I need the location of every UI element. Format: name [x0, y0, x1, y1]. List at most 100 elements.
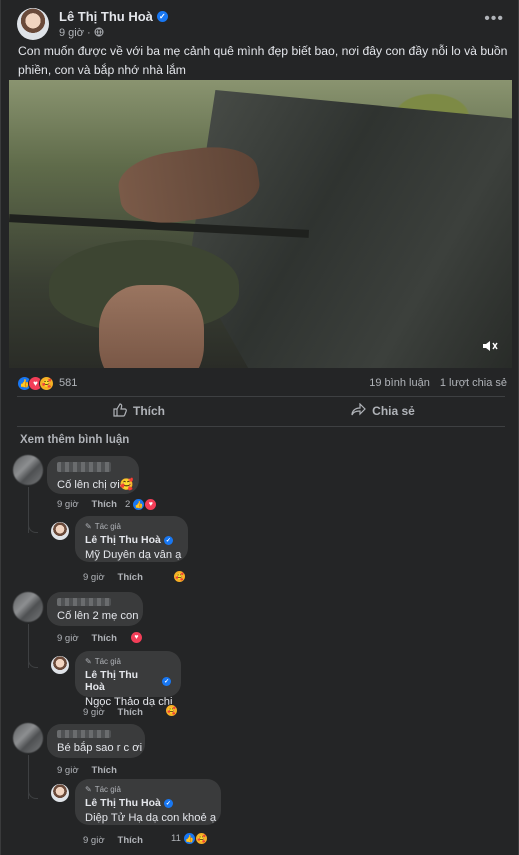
- reply-reaction-count: 11: [171, 833, 181, 844]
- verified-badge-icon: ✓: [162, 676, 171, 686]
- comment-count[interactable]: 19 bình luận: [369, 377, 430, 389]
- reply-like-button[interactable]: Thích: [118, 835, 143, 846]
- author-tag: ✎ Tác giả: [85, 785, 211, 794]
- post-stats: 👍 ♥ 🥰 581 19 bình luận 1 lượt chia sẻ: [17, 374, 507, 392]
- reply-footer: 9 giờ Thích: [83, 707, 143, 718]
- verified-badge-icon: ✓: [163, 535, 173, 545]
- comment-time[interactable]: 9 giờ: [57, 633, 79, 644]
- reply-text-body: dạ vân ạ: [135, 549, 182, 561]
- verified-badge-icon: ✓: [156, 10, 168, 22]
- reply-author-name-text[interactable]: Lê Thị Thu Hoà: [85, 669, 159, 693]
- mention-link[interactable]: Mỹ Duyên: [85, 549, 135, 561]
- reply-author-name[interactable]: Lê Thị Thu Hoà ✓: [85, 534, 178, 546]
- share-label: Chia sẻ: [372, 404, 415, 418]
- author-tag: ✎ Tác giả: [85, 522, 178, 531]
- like-label: Thích: [133, 404, 165, 418]
- pencil-icon: ✎: [85, 657, 92, 666]
- more-options-icon[interactable]: •••: [484, 10, 504, 28]
- video-face: [99, 285, 204, 368]
- author-tag-label: Tác giả: [94, 785, 121, 794]
- reply-author-name-text[interactable]: Lê Thị Thu Hoà: [85, 534, 161, 546]
- author-tag-label: Tác giả: [94, 657, 121, 666]
- comment-bubble: Cố lên chị ơi🥰: [47, 456, 139, 494]
- post-header: Lê Thị Thu Hoà ✓ 9 giờ ·: [17, 6, 168, 42]
- comment-like-button[interactable]: Thích: [92, 499, 117, 510]
- pencil-icon: ✎: [85, 522, 92, 531]
- commenter-avatar[interactable]: [13, 592, 43, 622]
- view-more-comments-link[interactable]: Xem thêm bình luận: [20, 434, 129, 446]
- share-button[interactable]: Chia sẻ: [261, 398, 505, 424]
- reply-reactions[interactable]: 🥰: [173, 570, 186, 583]
- commenter-name-blurred[interactable]: [57, 598, 111, 606]
- author-name[interactable]: Lê Thị Thu Hoà ✓: [59, 9, 168, 24]
- like-button[interactable]: Thích: [17, 398, 261, 424]
- post-actions: Thích Chia sẻ: [17, 398, 505, 424]
- care-reaction-icon[interactable]: 🥰: [39, 375, 54, 391]
- globe-icon: [94, 27, 104, 40]
- like-reaction-icon: 👍: [182, 832, 196, 845]
- comment-footer: 9 giờ Thích: [57, 499, 117, 510]
- commenter-avatar[interactable]: [13, 723, 43, 753]
- divider: [17, 426, 505, 427]
- reply-bubble: ✎ Tác giả Lê Thị Thu Hoà ✓ Diệp Tử Hạ dạ c…: [75, 779, 221, 825]
- reaction-count[interactable]: 581: [59, 377, 77, 389]
- post-video[interactable]: [9, 80, 512, 368]
- commenter-avatar[interactable]: [13, 455, 43, 485]
- comment-like-button[interactable]: Thích: [92, 765, 117, 776]
- commenter-name-blurred[interactable]: [57, 730, 111, 738]
- post-card: Lê Thị Thu Hoà ✓ 9 giờ · ••• Con muốn đư…: [0, 0, 519, 855]
- comment-like-button[interactable]: Thích: [92, 633, 117, 644]
- share-arrow-icon: [351, 402, 367, 419]
- comment-time[interactable]: 9 giờ: [57, 765, 79, 776]
- comment-text: Bé bắp sao r c ơi: [57, 742, 143, 754]
- care-reaction-icon: 🥰: [165, 704, 178, 717]
- love-reaction-icon: ♥: [144, 498, 158, 511]
- mention-link[interactable]: Diệp Tử Hạ: [85, 812, 143, 824]
- comment-time[interactable]: 9 giờ: [57, 499, 79, 510]
- reply-time[interactable]: 9 giờ: [83, 707, 105, 718]
- post-time[interactable]: 9 giờ: [59, 27, 84, 39]
- meta-dot: ·: [86, 27, 91, 39]
- reply-time[interactable]: 9 giờ: [83, 835, 105, 846]
- verified-badge-icon: ✓: [163, 798, 173, 808]
- thumbs-up-icon: [113, 402, 127, 420]
- reply-author-name-text[interactable]: Lê Thị Thu Hoà: [85, 797, 161, 809]
- reply-text-body: dạ con khoẻ ạ: [142, 812, 217, 824]
- pencil-icon: ✎: [85, 785, 92, 794]
- reply-author-avatar[interactable]: [51, 656, 69, 674]
- reply-reactions[interactable]: 🥰: [165, 704, 178, 717]
- comment-reactions[interactable]: ♥: [130, 631, 143, 644]
- comment-bubble: Bé bắp sao r c ơi: [47, 724, 145, 758]
- comment-reaction-count: 2: [125, 499, 131, 510]
- love-reaction-icon: ♥: [130, 631, 143, 644]
- comment-reactions[interactable]: 2 👍 ♥: [125, 498, 158, 511]
- post-meta: 9 giờ ·: [59, 27, 168, 40]
- thread-curve: [28, 658, 38, 668]
- comment-text: Cố lên 2 mẹ con: [57, 610, 139, 622]
- share-count[interactable]: 1 lượt chia sẻ: [440, 377, 507, 389]
- reply-bubble: ✎ Tác giả Lê Thị Thu Hoà ✓ Ngọc Thảo dạ ch…: [75, 651, 181, 708]
- reply-author-avatar[interactable]: [51, 522, 69, 540]
- reply-author-name[interactable]: Lê Thị Thu Hoà ✓: [85, 797, 211, 809]
- comment-bubble: Cố lên 2 mẹ con: [47, 592, 143, 626]
- commenter-name-blurred[interactable]: [57, 462, 111, 472]
- reply-bubble: ✎ Tác giả Lê Thị Thu Hoà ✓ Mỹ Duyên dạ vân…: [75, 516, 188, 562]
- author-tag: ✎ Tác giả: [85, 657, 171, 666]
- author-tag-label: Tác giả: [94, 522, 121, 531]
- reply-like-button[interactable]: Thích: [118, 572, 143, 583]
- divider: [17, 396, 505, 397]
- reply-author-avatar[interactable]: [51, 784, 69, 802]
- mute-icon[interactable]: [482, 339, 498, 356]
- author-avatar[interactable]: [17, 8, 49, 40]
- thread-curve: [28, 789, 38, 799]
- author-name-text[interactable]: Lê Thị Thu Hoà: [59, 9, 153, 24]
- care-reaction-icon: 🥰: [173, 570, 186, 583]
- reply-text: Mỹ Duyên dạ vân ạ: [85, 549, 182, 561]
- post-caption: Con muốn được về với ba mẹ cảnh quê mình…: [18, 44, 508, 77]
- reply-reactions[interactable]: 11 👍 🥰: [171, 832, 208, 845]
- reply-author-name[interactable]: Lê Thị Thu Hoà ✓: [85, 669, 171, 693]
- comment-text: Cố lên chị ơi🥰: [57, 479, 134, 491]
- care-reaction-icon: 🥰: [194, 832, 208, 845]
- reply-like-button[interactable]: Thích: [118, 707, 143, 718]
- reply-time[interactable]: 9 giờ: [83, 572, 105, 583]
